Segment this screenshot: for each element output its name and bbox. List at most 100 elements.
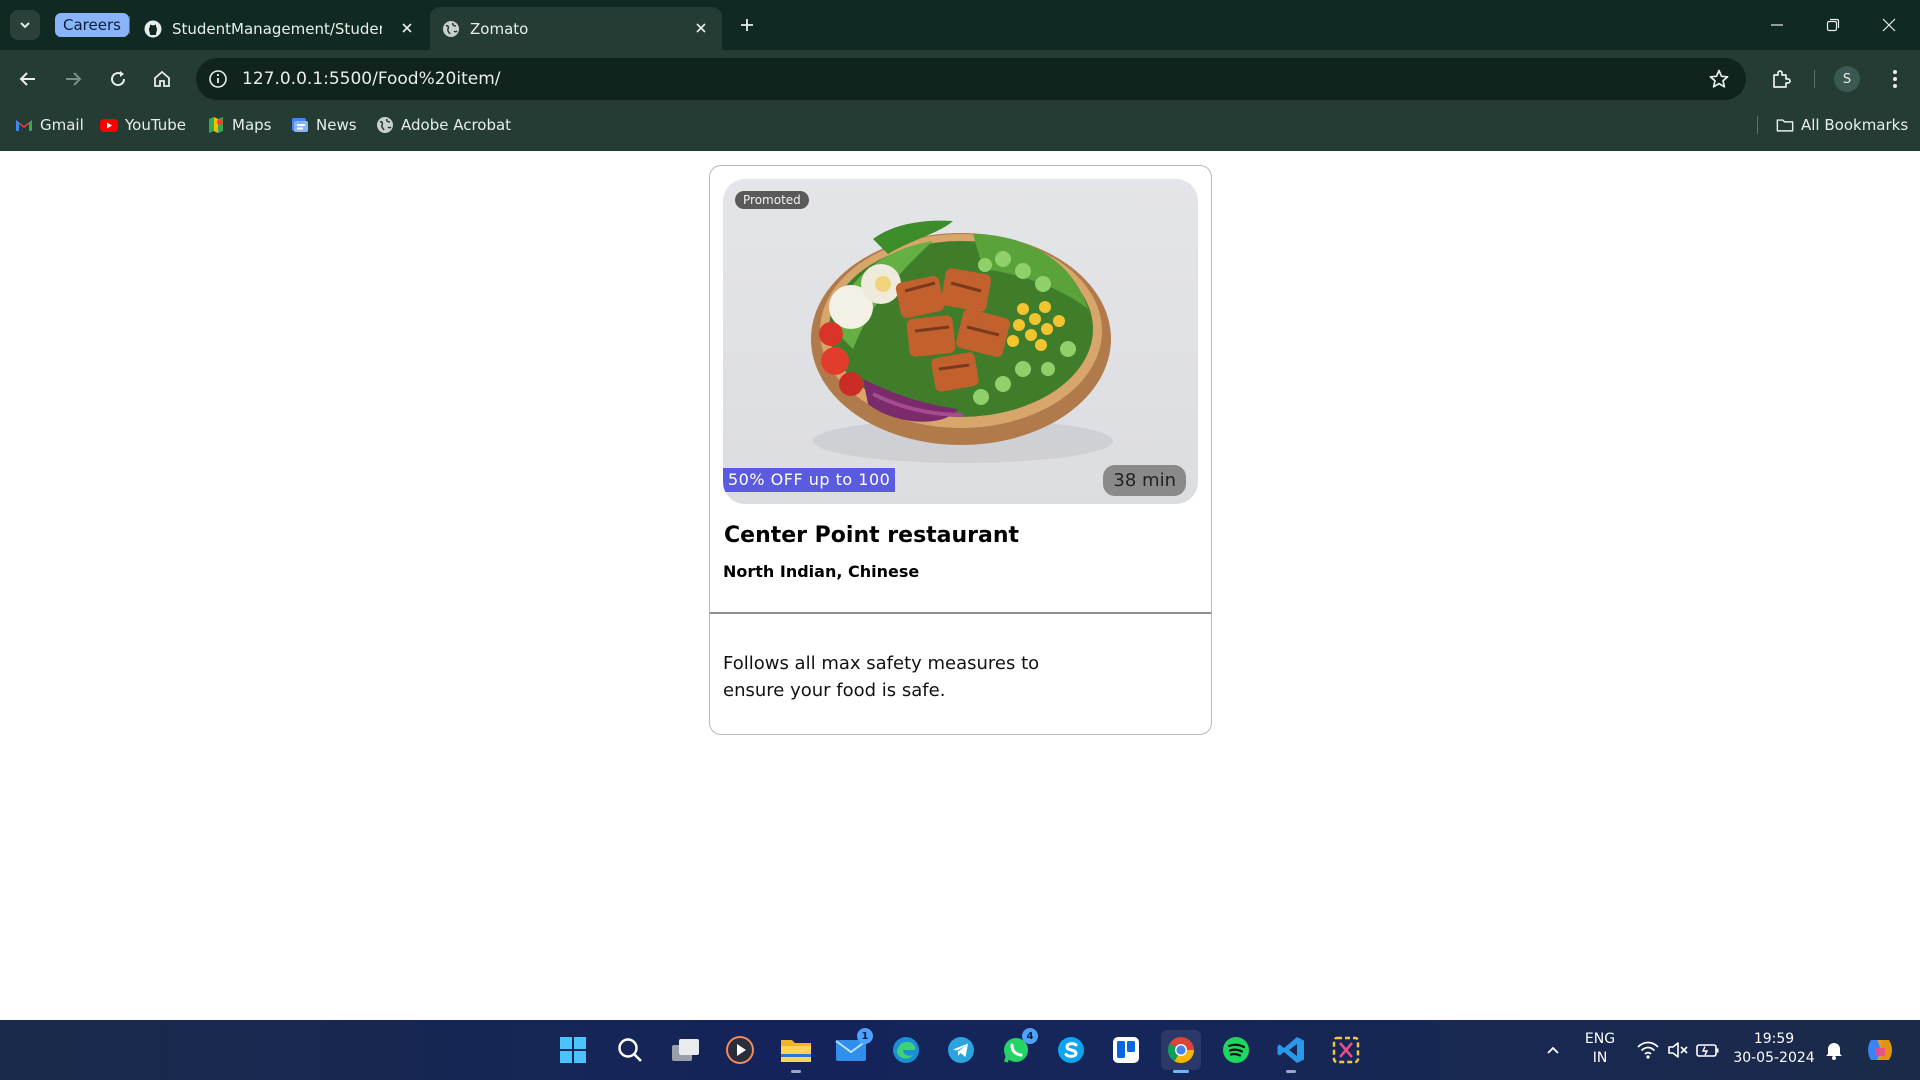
delivery-time-badge: 38 min	[1103, 465, 1186, 496]
all-bookmarks-button[interactable]: All Bookmarks	[1776, 108, 1908, 142]
close-icon	[1882, 18, 1896, 32]
windows-icon	[560, 1037, 586, 1063]
speaker-muted-icon	[1668, 1042, 1688, 1058]
vscode-icon	[1277, 1037, 1304, 1063]
new-tab-button[interactable]	[733, 11, 761, 39]
browser-menu-button[interactable]	[1880, 64, 1910, 94]
extensions-button[interactable]	[1766, 64, 1796, 94]
safety-note: Follows all max safety measures to ensur…	[723, 653, 1040, 701]
restore-icon	[1826, 18, 1840, 32]
language-indicator[interactable]: ENG IN	[1578, 1030, 1622, 1068]
taskbar-search[interactable]	[610, 1030, 650, 1070]
reload-icon	[111, 71, 126, 87]
copilot-button[interactable]	[1860, 1030, 1900, 1070]
minimize-button[interactable]	[1764, 12, 1790, 38]
restaurant-card[interactable]: Promoted 50% OFF up to 100 38 min Center…	[709, 165, 1212, 735]
edge-icon	[893, 1037, 919, 1063]
taskbar-task-view[interactable]	[666, 1030, 706, 1070]
home-button[interactable]	[147, 64, 177, 94]
close-tab-icon[interactable]	[398, 19, 416, 37]
wifi-icon	[1637, 1041, 1659, 1059]
bookmark-label: Maps	[232, 116, 272, 134]
taskbar-spotify[interactable]	[1216, 1030, 1256, 1070]
taskbar-start[interactable]	[553, 1030, 593, 1070]
restaurant-name[interactable]: Center Point restaurant	[724, 523, 1019, 548]
close-tab-icon[interactable]	[692, 19, 710, 37]
site-info-icon[interactable]	[208, 69, 228, 89]
bookmark-gmail[interactable]: Gmail	[15, 108, 84, 142]
folder-icon	[781, 1040, 811, 1062]
taskbar-whatsapp[interactable]: 4	[996, 1028, 1038, 1070]
url-text: 127.0.0.1:5500/Food%20item/	[242, 69, 501, 89]
bookmark-youtube[interactable]: YouTube	[100, 108, 186, 142]
restore-button[interactable]	[1820, 12, 1846, 38]
news-icon	[291, 116, 309, 134]
puzzle-icon	[1773, 70, 1791, 88]
forward-button[interactable]	[58, 64, 88, 94]
chevron-down-icon	[20, 22, 30, 29]
snip-icon	[1332, 1036, 1360, 1064]
promoted-badge: Promoted	[735, 191, 809, 209]
taskbar-skype[interactable]	[1051, 1030, 1091, 1070]
all-bookmarks-label: All Bookmarks	[1801, 116, 1909, 134]
back-button[interactable]	[13, 64, 43, 94]
clock[interactable]: 19:59 30-05-2024	[1732, 1030, 1816, 1068]
taskbar-snipping-tool[interactable]	[1326, 1030, 1366, 1070]
globe-icon	[376, 116, 394, 134]
cuisine-list: North Indian, Chinese	[723, 562, 920, 581]
toolbar-separator	[1814, 70, 1815, 88]
tab-group-chip[interactable]: Careers	[55, 13, 129, 37]
taskbar-telegram[interactable]	[941, 1030, 981, 1070]
taskbar-mail[interactable]: 1	[831, 1028, 873, 1070]
task-view-icon	[672, 1039, 699, 1061]
maps-icon	[207, 116, 225, 134]
bookmark-maps[interactable]: Maps	[207, 108, 271, 142]
minimize-icon	[1771, 24, 1783, 26]
food-image: Promoted 50% OFF up to 100 38 min	[723, 179, 1198, 504]
tab-separator	[129, 16, 130, 34]
trello-icon	[1113, 1037, 1139, 1063]
reload-button[interactable]	[103, 64, 133, 94]
chevron-up-icon	[1547, 1046, 1559, 1054]
taskbar-trello[interactable]	[1106, 1030, 1146, 1070]
bookmark-adobe-acrobat[interactable]: Adobe Acrobat	[376, 108, 511, 142]
clock-time: 19:59	[1753, 1031, 1795, 1047]
bookmark-star-icon[interactable]	[1708, 68, 1730, 90]
youtube-icon	[100, 116, 118, 134]
taskbar-vscode[interactable]	[1271, 1030, 1311, 1073]
github-icon	[144, 20, 162, 38]
browser-toolbar: 127.0.0.1:5500/Food%20item/ S	[0, 50, 1920, 108]
copilot-icon	[1868, 1040, 1892, 1060]
card-divider	[710, 612, 1211, 614]
bell-icon	[1826, 1043, 1842, 1060]
arrow-right-icon	[66, 72, 82, 86]
tab-zomato[interactable]: Zomato	[430, 7, 722, 50]
profile-avatar[interactable]: S	[1834, 66, 1860, 92]
tab-title: StudentManagement/StudentM	[172, 19, 382, 38]
bookmark-label: Adobe Acrobat	[401, 116, 512, 134]
close-window-button[interactable]	[1876, 12, 1902, 38]
taskbar-media-player[interactable]	[720, 1030, 760, 1070]
bookmark-label: YouTube	[125, 116, 186, 134]
bookmarks-separator	[1757, 116, 1758, 134]
notification-badge: 4	[1022, 1028, 1038, 1044]
bookmarks-bar: Gmail YouTube Maps News Adobe Acrobat Al…	[0, 108, 1920, 151]
taskbar-edge[interactable]	[886, 1030, 926, 1070]
globe-icon	[442, 20, 460, 38]
notifications-button[interactable]	[1816, 1030, 1852, 1070]
spotify-icon	[1223, 1037, 1249, 1063]
battery-status[interactable]	[1690, 1030, 1726, 1070]
taskbar-file-explorer[interactable]	[776, 1030, 816, 1073]
tab-strip: Careers StudentManagement/StudentM Zomat…	[0, 0, 1920, 50]
home-icon	[154, 70, 170, 87]
taskbar: 1 4 ENG IN 19:59 30-05-2024	[0, 1020, 1920, 1080]
tab-search-button[interactable]	[10, 10, 40, 40]
tab-title: Zomato	[470, 19, 529, 38]
show-hidden-icons-button[interactable]	[1533, 1030, 1573, 1070]
address-bar[interactable]: 127.0.0.1:5500/Food%20item/	[196, 58, 1746, 100]
bookmark-news[interactable]: News	[291, 108, 357, 142]
taskbar-chrome[interactable]	[1161, 1030, 1201, 1073]
tab-github[interactable]: StudentManagement/StudentM	[132, 7, 428, 50]
folder-icon	[1776, 116, 1794, 134]
running-indicator	[1286, 1070, 1296, 1073]
